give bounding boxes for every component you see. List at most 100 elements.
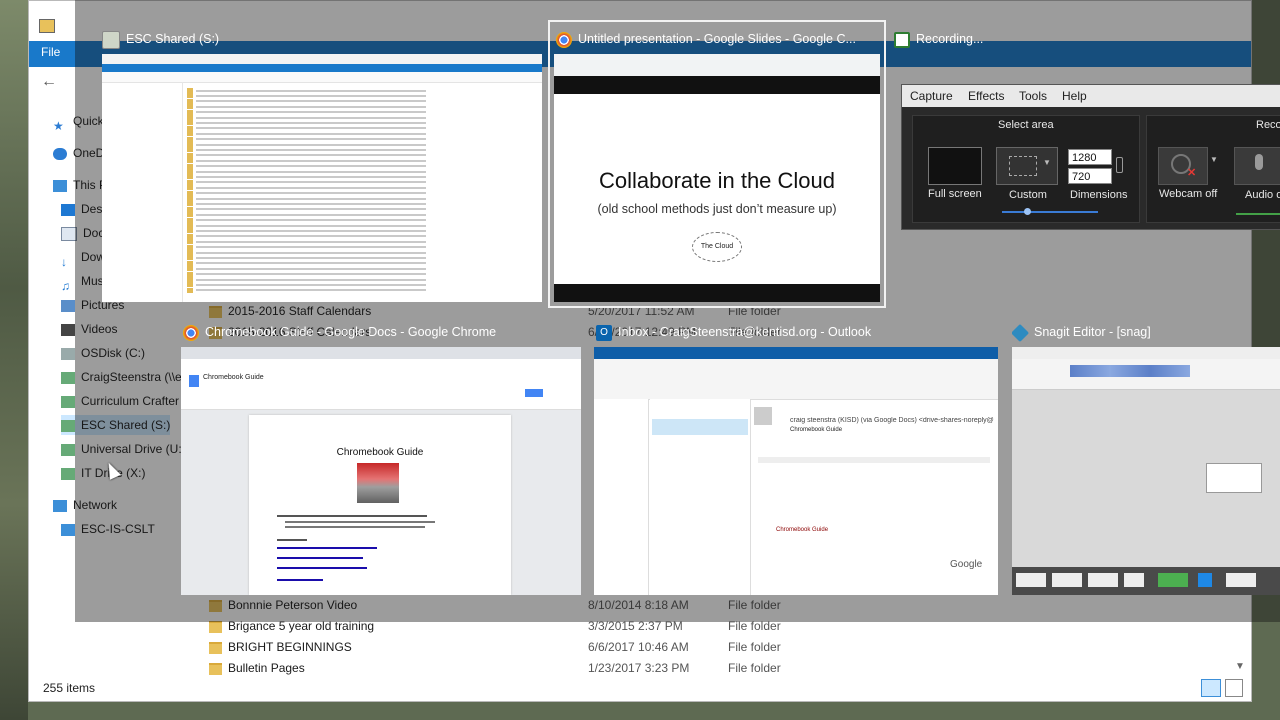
mini-row-line bbox=[196, 186, 426, 189]
task-window-title: Snagit Editor - [snag] bbox=[1012, 321, 1280, 343]
mini-row-line bbox=[196, 175, 426, 178]
chrome-icon bbox=[183, 324, 199, 341]
mini-row-line bbox=[196, 159, 426, 162]
slide-title: Collaborate in the Cloud bbox=[598, 168, 836, 193]
doc-text-line bbox=[277, 515, 427, 517]
chevron-down-icon[interactable]: ▼ bbox=[1043, 158, 1051, 167]
dimensions-label: Dimensions bbox=[1070, 189, 1128, 201]
mini-nav-pane bbox=[102, 82, 183, 302]
details-view-icon[interactable] bbox=[1201, 679, 1221, 697]
mini-folder-icon bbox=[187, 104, 193, 110]
mini-tabstrip bbox=[181, 347, 581, 359]
mini-folder-icon bbox=[187, 174, 193, 180]
doc-text-line bbox=[285, 526, 425, 528]
mini-row-line bbox=[196, 192, 426, 195]
menu-capture[interactable]: Capture bbox=[910, 89, 953, 103]
mini-row-line bbox=[196, 89, 426, 92]
tray-thumb[interactable] bbox=[1124, 573, 1144, 587]
file-tab[interactable]: File bbox=[41, 45, 73, 63]
mini-row-line bbox=[196, 165, 426, 168]
tray-thumb[interactable] bbox=[1052, 573, 1082, 587]
mini-row-line bbox=[196, 181, 426, 184]
mini-folder-icon bbox=[187, 233, 193, 239]
doc-link-line[interactable] bbox=[277, 557, 363, 559]
task-thumbnail-slides[interactable]: Collaborate in the Cloud (old school met… bbox=[554, 54, 880, 302]
mini-folder-icon bbox=[187, 185, 193, 191]
desktop-icon bbox=[61, 203, 75, 216]
task-thumbnail-explorer[interactable] bbox=[102, 54, 542, 302]
table-row[interactable]: BRIGHT BEGINNINGS 6/6/2017 10:46 AM File f… bbox=[209, 637, 1219, 657]
width-input[interactable]: 1280 bbox=[1068, 149, 1112, 165]
mini-folder-icon bbox=[187, 239, 193, 245]
audio-label: Audio o bbox=[1245, 189, 1280, 201]
tray-thumb[interactable] bbox=[1198, 573, 1212, 587]
mini-folder-icon bbox=[187, 212, 193, 218]
doc-text-line bbox=[277, 539, 307, 541]
audio-level-slider[interactable] bbox=[1236, 213, 1280, 215]
mini-row-line bbox=[196, 208, 426, 211]
large-icons-view-icon[interactable] bbox=[1225, 679, 1243, 697]
full-screen-button[interactable] bbox=[928, 147, 982, 185]
music-icon: ♫ bbox=[61, 278, 70, 293]
tray-thumb[interactable] bbox=[1016, 573, 1046, 587]
table-row[interactable]: Bulletin Pages 1/23/2017 3:23 PM File fold… bbox=[209, 658, 1219, 678]
menu-help[interactable]: Help bbox=[1062, 89, 1087, 103]
area-slider[interactable] bbox=[1002, 211, 1098, 213]
outlook-icon: O bbox=[596, 324, 612, 341]
tray-thumb[interactable] bbox=[1158, 573, 1188, 587]
mini-folder-icon bbox=[187, 115, 193, 120]
explorer-drive-icon bbox=[102, 30, 120, 49]
mini-row-line bbox=[196, 224, 426, 227]
mini-folder-icon bbox=[187, 250, 193, 255]
email-doc-link[interactable]: Chromebook Guide bbox=[776, 527, 828, 533]
mini-folder-icon bbox=[187, 98, 193, 104]
mini-folder-icon bbox=[187, 287, 193, 293]
menu-effects[interactable]: Effects bbox=[968, 89, 1004, 103]
mini-folder-icon bbox=[187, 152, 193, 158]
sender-line: craig steenstra (KISD) (via Google Docs)… bbox=[790, 417, 994, 424]
mini-folder-icon bbox=[187, 206, 193, 212]
mini-folder-icon bbox=[187, 277, 193, 282]
back-arrow-icon[interactable]: ← bbox=[41, 73, 57, 91]
mini-folder-icon bbox=[187, 131, 193, 137]
mini-row-line bbox=[196, 111, 426, 114]
network-drive-icon bbox=[61, 443, 75, 456]
chevron-down-icon[interactable]: ▼ bbox=[1210, 155, 1218, 164]
area-slider-handle[interactable] bbox=[1024, 208, 1031, 215]
avatar bbox=[754, 407, 772, 425]
height-input[interactable]: 720 bbox=[1068, 168, 1112, 184]
mini-row-line bbox=[196, 138, 426, 141]
audio-toggle-button[interactable] bbox=[1234, 147, 1280, 185]
network-drive-icon bbox=[61, 467, 75, 480]
selected-message[interactable] bbox=[652, 419, 748, 435]
lock-aspect-icon[interactable] bbox=[1116, 157, 1123, 173]
mini-row-line bbox=[196, 105, 426, 108]
network-drive-icon bbox=[61, 371, 75, 384]
mini-row-line bbox=[196, 235, 426, 238]
mini-folder-icon bbox=[187, 88, 193, 93]
tray-thumb[interactable] bbox=[1226, 573, 1256, 587]
camtasia-menubar bbox=[902, 85, 1280, 107]
folder-icon bbox=[209, 620, 222, 633]
mini-file-list bbox=[187, 88, 537, 298]
mini-folder-icon bbox=[187, 244, 193, 250]
doc-link-line[interactable] bbox=[277, 567, 367, 569]
share-button[interactable] bbox=[525, 389, 543, 397]
task-thumbnail-docs[interactable]: Chromebook Guide Chromebook Guide bbox=[181, 347, 581, 595]
mini-row-line bbox=[196, 240, 426, 243]
task-thumbnail-snagit[interactable] bbox=[1012, 347, 1280, 595]
docs-logo-icon bbox=[189, 375, 199, 387]
doc-link-line[interactable] bbox=[277, 579, 323, 581]
webcam-toggle-button[interactable]: ✕ bbox=[1158, 147, 1208, 185]
mini-snagit-titlebar bbox=[1012, 347, 1280, 359]
camtasia-recorder-panel: Capture Effects Tools Help Select area F… bbox=[901, 84, 1280, 230]
microphone-icon bbox=[1255, 154, 1263, 170]
doc-link-line[interactable] bbox=[277, 547, 377, 549]
scroll-down-arrow-icon[interactable]: ▼ bbox=[1235, 661, 1245, 672]
recorded-inputs-label: Recorde bbox=[1256, 119, 1280, 131]
custom-area-button[interactable]: ▼ bbox=[996, 147, 1058, 185]
task-thumbnail-outlook[interactable]: craig steenstra (KISD) (via Google Docs)… bbox=[594, 347, 998, 595]
drive-icon bbox=[61, 347, 75, 360]
menu-tools[interactable]: Tools bbox=[1019, 89, 1047, 103]
tray-thumb[interactable] bbox=[1088, 573, 1118, 587]
